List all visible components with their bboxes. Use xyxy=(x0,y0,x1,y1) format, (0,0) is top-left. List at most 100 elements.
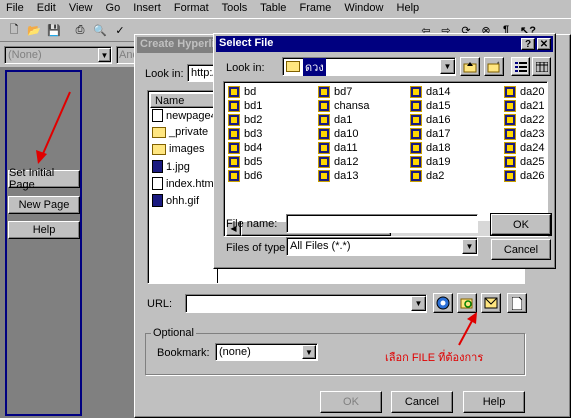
menu-help[interactable]: Help xyxy=(397,2,420,14)
menu-table[interactable]: Table xyxy=(260,2,286,14)
menu-format[interactable]: Format xyxy=(174,2,209,14)
file-item[interactable]: bd4 xyxy=(228,141,262,155)
menu-go[interactable]: Go xyxy=(106,2,121,14)
file-item-label: bd7 xyxy=(334,86,353,98)
help-icon[interactable]: ? xyxy=(521,38,535,50)
file-item[interactable]: bd2 xyxy=(228,113,262,127)
file-icon xyxy=(318,128,330,140)
file-item[interactable]: da12 xyxy=(318,155,358,169)
cancel-button[interactable]: Cancel xyxy=(391,391,453,413)
file-icon xyxy=(318,114,330,126)
style-select[interactable]: (None) xyxy=(4,46,112,64)
file-item[interactable]: da10 xyxy=(318,127,358,141)
close-icon[interactable]: ✕ xyxy=(537,38,551,50)
select-cancel-button[interactable]: Cancel xyxy=(491,239,551,260)
help-button[interactable]: Help xyxy=(8,221,80,239)
file-item-label: da2 xyxy=(426,170,445,182)
menu-view[interactable]: View xyxy=(69,2,93,14)
file-item-label: da21 xyxy=(520,100,545,112)
files-of-type-dropdown-icon[interactable]: ▼ xyxy=(462,239,477,254)
list-item[interactable]: _private xyxy=(152,126,208,138)
file-item[interactable]: chansa xyxy=(318,99,369,113)
hyperlink-help-button[interactable]: Help xyxy=(463,391,525,413)
menu-insert[interactable]: Insert xyxy=(133,2,161,14)
file-item[interactable]: da13 xyxy=(318,169,358,183)
open-icon[interactable]: 📂 xyxy=(26,22,42,38)
file-item[interactable]: bd5 xyxy=(228,155,262,169)
file-item[interactable]: bd3 xyxy=(228,127,262,141)
hyperlink-file-list[interactable]: Name newpage4.h _private images 1.jpg in… xyxy=(147,90,217,284)
email-icon[interactable] xyxy=(481,293,501,313)
file-item[interactable]: da15 xyxy=(410,99,450,113)
menu-tools[interactable]: Tools xyxy=(222,2,248,14)
list-item[interactable]: ohh.gif xyxy=(152,194,199,207)
set-initial-page-button[interactable]: Set Initial Page xyxy=(8,167,80,191)
file-name-label: File name: xyxy=(226,218,278,230)
url-dropdown-icon[interactable]: ▼ xyxy=(411,296,426,311)
style-dropdown-icon[interactable]: ▼ xyxy=(98,48,111,62)
new-folder-icon[interactable]: * xyxy=(484,57,504,76)
file-item[interactable]: da22 xyxy=(504,113,544,127)
file-icon xyxy=(228,170,240,182)
list-item[interactable]: index.htm xyxy=(152,177,214,190)
file-item[interactable]: da24 xyxy=(504,141,544,155)
list-view-icon[interactable] xyxy=(511,57,530,76)
list-item[interactable]: images xyxy=(152,143,204,155)
files-of-type-select[interactable]: All Files (*.*) xyxy=(286,237,478,256)
name-column-header[interactable]: Name xyxy=(150,93,216,108)
list-item[interactable]: 1.jpg xyxy=(152,160,190,173)
file-icon xyxy=(410,86,422,98)
look-in-dropdown-icon[interactable]: ▼ xyxy=(440,59,455,74)
print-icon[interactable]: ⎙ xyxy=(72,22,88,38)
file-item[interactable]: da2 xyxy=(410,169,444,183)
file-item[interactable]: da23 xyxy=(504,127,544,141)
file-name-input[interactable] xyxy=(286,214,478,233)
font-select[interactable]: And xyxy=(116,46,136,64)
file-item-label: bd xyxy=(244,86,257,98)
file-item[interactable]: bd1 xyxy=(228,99,262,113)
annotation-arrow-left xyxy=(36,91,71,164)
spell-icon[interactable]: ✓ xyxy=(112,22,128,38)
new-page-icon[interactable] xyxy=(507,293,527,313)
list-item[interactable]: newpage4.h xyxy=(152,109,216,122)
annotation-text: เลือก FILE ที่ต้องการ xyxy=(385,352,484,364)
browse-file-icon[interactable] xyxy=(457,293,477,313)
svg-text:*: * xyxy=(497,62,500,68)
file-item[interactable]: da14 xyxy=(410,85,450,99)
select-ok-button[interactable]: OK xyxy=(491,214,551,235)
menubar: File Edit View Go Insert Format Tools Ta… xyxy=(0,0,571,18)
file-item[interactable]: bd7 xyxy=(318,85,352,99)
save-icon[interactable]: 💾 xyxy=(46,22,62,38)
details-view-icon[interactable] xyxy=(532,57,551,76)
menu-edit[interactable]: Edit xyxy=(37,2,56,14)
menu-frame[interactable]: Frame xyxy=(299,2,331,14)
file-item[interactable]: da26 xyxy=(504,169,544,183)
file-item-label: bd5 xyxy=(244,156,263,168)
bookmark-dropdown-icon[interactable]: ▼ xyxy=(302,345,316,359)
browse-web-icon[interactable] xyxy=(433,293,453,313)
up-folder-icon[interactable] xyxy=(460,57,480,76)
menu-window[interactable]: Window xyxy=(344,2,383,14)
file-item[interactable]: da19 xyxy=(410,155,450,169)
ok-button-disabled[interactable]: OK xyxy=(320,391,382,413)
menu-file[interactable]: File xyxy=(6,2,24,14)
preview-icon[interactable]: 🔍 xyxy=(92,22,108,38)
file-icon xyxy=(318,86,330,98)
url-input[interactable] xyxy=(185,294,427,313)
file-item[interactable]: da1 xyxy=(318,113,352,127)
file-item[interactable]: da17 xyxy=(410,127,450,141)
new-page-button[interactable]: New Page xyxy=(8,196,80,214)
new-icon[interactable]: 🗋 xyxy=(6,22,22,38)
file-item[interactable]: da20 xyxy=(504,85,544,99)
look-in-select[interactable]: ดวง xyxy=(282,57,456,76)
file-item-label: chansa xyxy=(334,100,370,112)
file-item[interactable]: da18 xyxy=(410,141,450,155)
files-of-type-label: Files of type: xyxy=(226,242,289,254)
file-item[interactable]: da21 xyxy=(504,99,544,113)
file-item-label: da11 xyxy=(334,142,358,154)
file-item[interactable]: da11 xyxy=(318,141,358,155)
file-item[interactable]: da25 xyxy=(504,155,544,169)
file-item[interactable]: bd xyxy=(228,85,256,99)
file-item[interactable]: da16 xyxy=(410,113,450,127)
file-item[interactable]: bd6 xyxy=(228,169,262,183)
